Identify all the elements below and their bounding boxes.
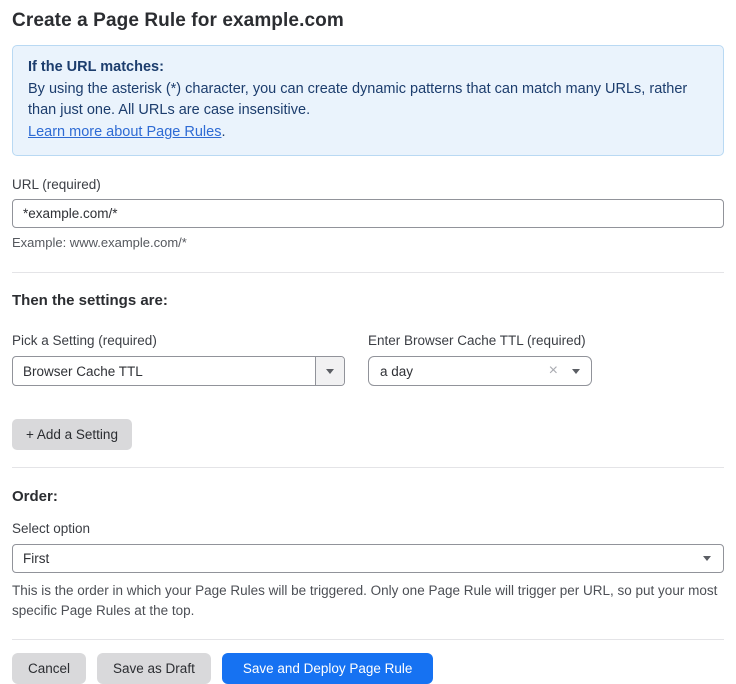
ttl-picker-value: a day	[380, 364, 549, 379]
section-divider	[12, 272, 724, 273]
url-field-label: URL (required)	[12, 177, 724, 192]
order-select-value: First	[23, 551, 703, 566]
info-box-heading: If the URL matches:	[28, 57, 708, 79]
create-page-rule-form: Create a Page Rule for example.com If th…	[0, 0, 736, 684]
link-period: .	[221, 124, 225, 140]
url-matches-info-box: If the URL matches: By using the asteris…	[12, 45, 724, 156]
settings-row: Pick a Setting (required) Browser Cache …	[12, 333, 724, 386]
ttl-picker-column: Enter Browser Cache TTL (required) a day…	[368, 333, 592, 386]
order-section-heading: Order:	[12, 488, 724, 505]
order-select-label: Select option	[12, 521, 724, 536]
caret-down-icon	[572, 369, 580, 374]
save-and-deploy-button[interactable]: Save and Deploy Page Rule	[222, 653, 434, 684]
info-box-body: By using the asterisk (*) character, you…	[28, 79, 708, 122]
caret-down-icon	[703, 556, 711, 561]
setting-picker-label: Pick a Setting (required)	[12, 333, 345, 348]
cancel-button[interactable]: Cancel	[12, 653, 86, 684]
footer-actions: Cancel Save as Draft Save and Deploy Pag…	[12, 653, 724, 684]
ttl-picker-dropdown[interactable]: a day ×	[368, 356, 592, 386]
setting-picker-dropdown[interactable]: Browser Cache TTL	[12, 356, 345, 386]
footer-divider	[12, 639, 724, 640]
setting-picker-value: Browser Cache TTL	[13, 364, 315, 379]
clear-selection-icon[interactable]: ×	[549, 363, 558, 379]
section-divider	[12, 467, 724, 468]
page-title: Create a Page Rule for example.com	[12, 10, 724, 32]
save-as-draft-button[interactable]: Save as Draft	[97, 653, 211, 684]
url-input[interactable]	[12, 199, 724, 228]
url-example-helper: Example: www.example.com/*	[12, 235, 724, 250]
caret-down-icon	[326, 369, 334, 374]
ttl-picker-label: Enter Browser Cache TTL (required)	[368, 333, 592, 348]
add-setting-button[interactable]: + Add a Setting	[12, 419, 132, 450]
setting-picker-column: Pick a Setting (required) Browser Cache …	[12, 333, 345, 386]
learn-more-link[interactable]: Learn more about Page Rules	[28, 124, 221, 140]
setting-picker-arrow-button[interactable]	[315, 357, 344, 385]
order-helper-text: This is the order in which your Page Rul…	[12, 581, 724, 621]
order-select-dropdown[interactable]: First	[12, 544, 724, 573]
settings-section-heading: Then the settings are:	[12, 292, 724, 309]
info-box-link-line: Learn more about Page Rules.	[28, 122, 708, 144]
